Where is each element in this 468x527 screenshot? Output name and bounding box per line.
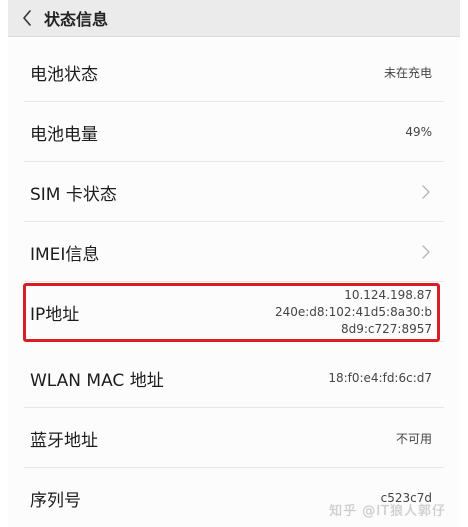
top-bar: 状态信息 [8, 0, 460, 37]
status-info-screen: 状态信息 电池状态 未在充电 电池电量 49% SIM 卡状态 IMEI信息 I… [8, 0, 460, 527]
imei-info-label: IMEI信息 [30, 244, 100, 265]
bluetooth-address-row: 蓝牙地址 不可用 [8, 408, 460, 468]
wlan-mac-row: WLAN MAC 地址 18:f0:e4:fd:6c:d7 [8, 348, 460, 408]
ip-address-line: 240e:d8:102:41d5:8a30:b [274, 304, 432, 319]
ip-address-line: 8d9:c727:8957 [340, 321, 432, 336]
watermark: 知乎 @IT狼人郭仔 [329, 504, 446, 519]
battery-level-value: 49% [405, 125, 432, 139]
battery-status-row: 电池状态 未在充电 [8, 42, 460, 102]
battery-status-label: 电池状态 [30, 64, 98, 85]
ip-address-label: IP地址 [30, 304, 80, 325]
imei-info-row[interactable]: IMEI信息 [8, 222, 460, 282]
ip-address-value: 10.124.198.87 240e:d8:102:41d5:8a30:b 8d… [275, 287, 432, 338]
chevron-right-icon [420, 184, 432, 200]
sim-status-row[interactable]: SIM 卡状态 [8, 162, 460, 222]
wlan-mac-label: WLAN MAC 地址 [30, 370, 164, 391]
sim-status-label: SIM 卡状态 [30, 184, 117, 205]
bluetooth-address-value: 不可用 [395, 431, 432, 446]
page-title: 状态信息 [44, 10, 109, 29]
battery-level-row: 电池电量 49% [8, 102, 460, 162]
chevron-right-icon [420, 244, 432, 260]
battery-status-value: 未在充电 [383, 65, 432, 80]
back-button[interactable] [12, 0, 42, 36]
battery-level-label: 电池电量 [30, 124, 98, 145]
bluetooth-address-label: 蓝牙地址 [30, 430, 98, 451]
wlan-mac-value: 18:f0:e4:fd:6c:d7 [328, 371, 432, 385]
ip-address-row: IP地址 10.124.198.87 240e:d8:102:41d5:8a30… [8, 282, 460, 342]
chevron-left-icon [23, 10, 31, 26]
ip-address-line: 10.124.198.87 [344, 287, 432, 302]
